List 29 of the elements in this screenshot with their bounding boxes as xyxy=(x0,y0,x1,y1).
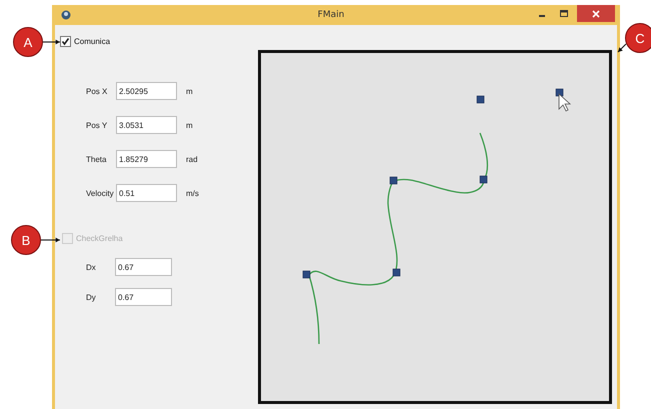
map-canvas[interactable] xyxy=(258,50,612,404)
checkbox[interactable] xyxy=(60,36,71,46)
unit-label: m xyxy=(186,86,193,96)
input-field[interactable]: 0.67 xyxy=(115,258,172,276)
unit-label: m/s xyxy=(186,188,199,198)
app-icon xyxy=(61,10,71,20)
field-label: Theta xyxy=(86,154,108,164)
input-field[interactable]: 0.67 xyxy=(115,288,172,306)
checkbox-label: Comunica xyxy=(74,36,110,46)
unit-label: m xyxy=(186,120,193,130)
field-label: Velocity xyxy=(86,188,115,198)
close-button[interactable] xyxy=(577,5,615,22)
window-title: FMain xyxy=(316,10,346,20)
checkbox-label: CheckGrelha xyxy=(76,234,123,242)
mouse-pointer-icon xyxy=(558,93,572,112)
field-label: Dx xyxy=(86,262,97,272)
callout-marker: C xyxy=(625,23,651,53)
input-field[interactable]: 3.0531 xyxy=(116,116,177,134)
unit-label: rad xyxy=(186,154,198,164)
field-label: Pos Y xyxy=(86,120,108,130)
close-icon xyxy=(592,10,600,18)
callout-marker: B xyxy=(11,225,41,255)
input-field[interactable]: 0.51 xyxy=(116,184,177,202)
input-field[interactable]: 1.85279 xyxy=(116,150,177,168)
callout-marker: A xyxy=(13,27,43,57)
field-label: Pos X xyxy=(86,86,108,96)
maximize-icon xyxy=(560,10,568,18)
field-label: Dy xyxy=(86,292,97,302)
input-field[interactable]: 2.50295 xyxy=(116,82,177,100)
